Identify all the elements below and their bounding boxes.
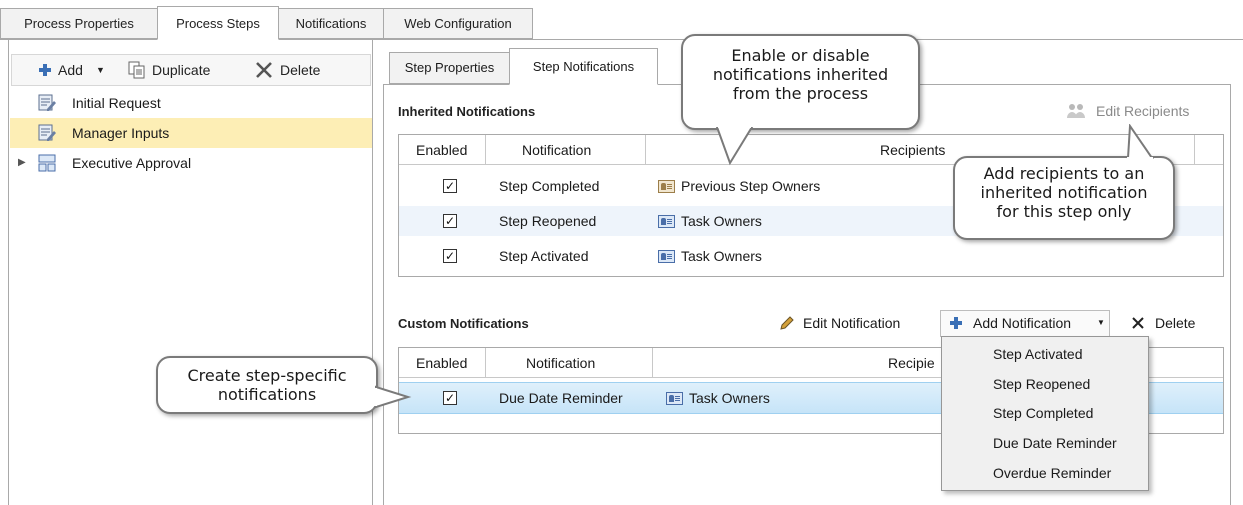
content-border bbox=[1230, 84, 1231, 505]
tree-item-executive-approval[interactable]: ▶ Executive Approval bbox=[10, 148, 372, 178]
recipient-card-icon bbox=[666, 392, 683, 405]
menu-item-due-date-reminder[interactable]: Due Date Reminder bbox=[993, 431, 1117, 455]
table-row[interactable]: ✓ Step Activated Task Owners bbox=[399, 241, 1223, 271]
chevron-down-icon: ▼ bbox=[96, 65, 105, 75]
approval-icon bbox=[38, 154, 56, 172]
column-divider bbox=[645, 135, 646, 165]
tree-item-manager-inputs[interactable]: Manager Inputs bbox=[10, 118, 372, 148]
callout-recipients: Add recipients to an inherited notificat… bbox=[953, 156, 1175, 240]
custom-title: Custom Notifications bbox=[398, 316, 529, 331]
tab-step-properties[interactable]: Step Properties bbox=[389, 52, 510, 84]
column-divider bbox=[485, 348, 486, 378]
add-notification-menu: Step Activated Step Reopened Step Comple… bbox=[941, 336, 1149, 491]
inherited-title: Inherited Notifications bbox=[398, 104, 536, 119]
tree-item-initial-request[interactable]: Initial Request bbox=[10, 88, 372, 118]
enabled-checkbox[interactable]: ✓ bbox=[443, 391, 457, 405]
top-tab-strip: Process Properties Process Steps Notific… bbox=[0, 0, 1243, 40]
plus-icon bbox=[38, 63, 52, 77]
tab-process-steps[interactable]: Process Steps bbox=[157, 6, 279, 40]
tab-process-properties[interactable]: Process Properties bbox=[0, 8, 158, 39]
recipients-cell: Previous Step Owners bbox=[658, 171, 820, 201]
enabled-checkbox[interactable]: ✓ bbox=[443, 214, 457, 228]
callout-pointer bbox=[1126, 124, 1154, 160]
callout-custom: Create step-specific notifications bbox=[156, 356, 378, 414]
step-edit-icon bbox=[38, 94, 56, 112]
enabled-checkbox[interactable]: ✓ bbox=[443, 179, 457, 193]
tab-notifications[interactable]: Notifications bbox=[278, 8, 384, 39]
step-edit-icon bbox=[38, 124, 56, 142]
menu-item-overdue-reminder[interactable]: Overdue Reminder bbox=[993, 461, 1111, 485]
column-header-enabled[interactable]: Enabled bbox=[416, 135, 467, 165]
callout-inherited: Enable or disable notifications inherite… bbox=[681, 34, 920, 130]
column-header-enabled[interactable]: Enabled bbox=[416, 348, 467, 378]
recipients-cell: Task Owners bbox=[658, 206, 762, 236]
close-x-icon bbox=[254, 60, 274, 80]
people-icon bbox=[1066, 102, 1088, 120]
chevron-right-icon[interactable]: ▶ bbox=[18, 148, 26, 178]
pencil-icon bbox=[779, 315, 795, 331]
recipient-card-icon bbox=[658, 180, 675, 193]
callout-pointer bbox=[715, 127, 754, 166]
plus-icon bbox=[949, 316, 963, 330]
column-divider bbox=[652, 348, 653, 378]
tab-step-notifications[interactable]: Step Notifications bbox=[509, 48, 658, 85]
menu-item-step-activated[interactable]: Step Activated bbox=[993, 342, 1083, 366]
recipient-card-icon bbox=[658, 215, 675, 228]
close-x-icon bbox=[1131, 316, 1145, 330]
duplicate-icon bbox=[128, 61, 146, 79]
enabled-checkbox[interactable]: ✓ bbox=[443, 249, 457, 263]
inner-tab-baseline bbox=[383, 84, 509, 85]
recipient-card-icon bbox=[658, 250, 675, 263]
recipients-cell: Task Owners bbox=[666, 383, 770, 413]
column-divider bbox=[485, 135, 486, 165]
menu-item-step-reopened[interactable]: Step Reopened bbox=[993, 372, 1090, 396]
column-header-recipients[interactable]: Recipie bbox=[888, 348, 935, 378]
column-header-notification[interactable]: Notification bbox=[522, 135, 591, 165]
column-header-recipients[interactable]: Recipients bbox=[880, 135, 945, 165]
column-header-notification[interactable]: Notification bbox=[526, 348, 595, 378]
content-border bbox=[383, 84, 384, 505]
callout-pointer bbox=[374, 385, 412, 409]
recipients-cell: Task Owners bbox=[658, 241, 762, 271]
tab-web-configuration[interactable]: Web Configuration bbox=[383, 8, 533, 39]
steps-toolbar: Add ▼ Duplicate Delete bbox=[11, 54, 371, 86]
chevron-down-icon: ▼ bbox=[1097, 318, 1105, 327]
menu-item-step-completed[interactable]: Step Completed bbox=[993, 401, 1093, 425]
column-divider bbox=[1194, 135, 1195, 165]
